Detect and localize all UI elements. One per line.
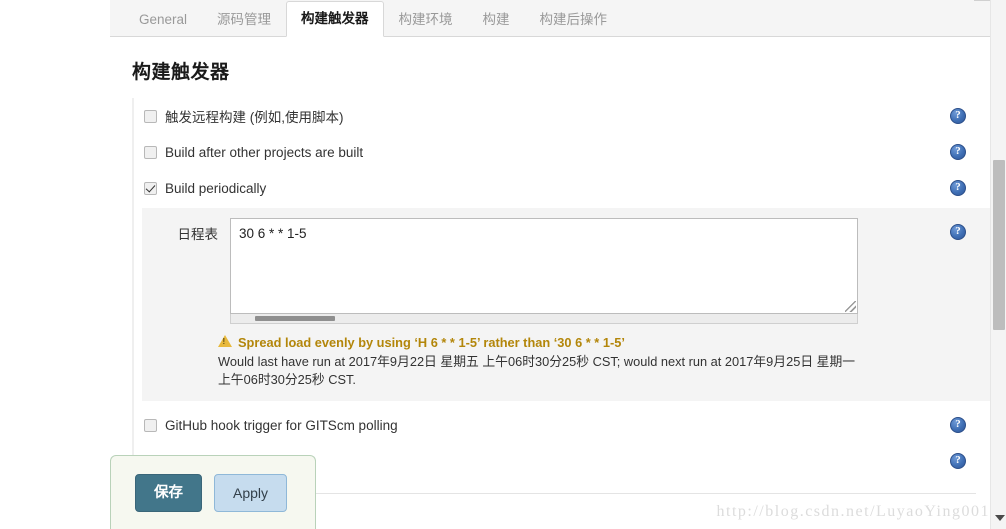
schedule-horizontal-scrollbar[interactable] xyxy=(230,314,858,324)
scrollbar-thumb[interactable] xyxy=(993,160,1005,330)
trigger-row-build-periodically[interactable]: Build periodically xyxy=(142,170,990,206)
trigger-label-build-periodically: Build periodically xyxy=(165,180,267,196)
build-triggers-form: 触发远程构建 (例如,使用脚本) Build after other proje… xyxy=(132,98,990,479)
tab-build-environment[interactable]: 构建环境 xyxy=(384,2,468,37)
checkbox-trigger-remote-build[interactable] xyxy=(144,109,157,123)
help-icon-remote-build[interactable] xyxy=(950,108,966,124)
help-icon-build-periodically[interactable] xyxy=(950,180,966,196)
checkbox-trigger-github-hook[interactable] xyxy=(144,418,157,432)
checkbox-trigger-after-other-projects[interactable] xyxy=(144,145,157,159)
trigger-label-remote-build: 触发远程构建 (例如,使用脚本) xyxy=(165,110,344,125)
schedule-warning: Spread load evenly by using ‘H 6 * * 1-5… xyxy=(218,334,858,389)
warning-detail-text: Would last have run at 2017年9月22日 星期五 上午… xyxy=(218,354,856,387)
trigger-label-github-hook: GitHub hook trigger for GITScm polling xyxy=(165,417,398,433)
warning-triangle-icon xyxy=(218,335,232,347)
schedule-label: 日程表 xyxy=(177,227,219,242)
schedule-block: 日程表 Spread load evenl xyxy=(142,208,990,401)
scrollbar-top-edge xyxy=(974,0,990,1)
config-tab-bar: General 源码管理 构建触发器 构建环境 构建 构建后操作 xyxy=(110,0,990,37)
schedule-input[interactable] xyxy=(230,218,858,314)
page-vertical-scrollbar[interactable] xyxy=(990,0,1006,529)
tab-post-build-actions[interactable]: 构建后操作 xyxy=(525,2,623,37)
watermark-text: http://blog.csdn.net/LuyaoYing001 xyxy=(716,503,990,520)
trigger-row-github-hook[interactable]: GitHub hook trigger for GITScm polling xyxy=(142,407,990,443)
tab-general[interactable]: General xyxy=(124,2,202,37)
warning-headline: Spread load evenly by using ‘H 6 * * 1-5… xyxy=(218,334,858,351)
help-icon-schedule[interactable] xyxy=(950,224,966,240)
scroll-down-caret-icon[interactable] xyxy=(995,515,1005,521)
checkbox-trigger-build-periodically[interactable] xyxy=(144,181,157,195)
tab-source-code-management[interactable]: 源码管理 xyxy=(202,2,286,37)
job-config-panel: General 源码管理 构建触发器 构建环境 构建 构建后操作 构建触发器 触… xyxy=(110,0,990,529)
trigger-label-after-other-projects: Build after other projects are built xyxy=(165,144,364,160)
trigger-row-remote-build[interactable]: 触发远程构建 (例如,使用脚本) xyxy=(142,98,990,134)
floating-save-bar: 保存 Apply xyxy=(110,455,316,529)
page-title: 构建触发器 xyxy=(132,62,230,83)
tab-build[interactable]: 构建 xyxy=(468,2,525,37)
apply-button[interactable]: Apply xyxy=(214,473,288,512)
help-icon-poll-scm[interactable] xyxy=(950,453,966,469)
tab-build-triggers[interactable]: 构建触发器 xyxy=(286,1,384,37)
schedule-textarea-wrap xyxy=(230,218,858,324)
help-icon-github-hook[interactable] xyxy=(950,417,966,433)
browser-viewport: General 源码管理 构建触发器 构建环境 构建 构建后操作 构建触发器 触… xyxy=(0,0,1006,529)
schedule-row: 日程表 xyxy=(142,218,990,324)
warning-headline-text: Spread load evenly by using ‘H 6 * * 1-5… xyxy=(238,335,625,350)
trigger-row-after-other-projects[interactable]: Build after other projects are built xyxy=(142,134,990,170)
help-icon-after-other-projects[interactable] xyxy=(950,144,966,160)
save-button[interactable]: 保存 xyxy=(135,473,202,512)
schedule-scrollbar-thumb[interactable] xyxy=(255,316,335,321)
